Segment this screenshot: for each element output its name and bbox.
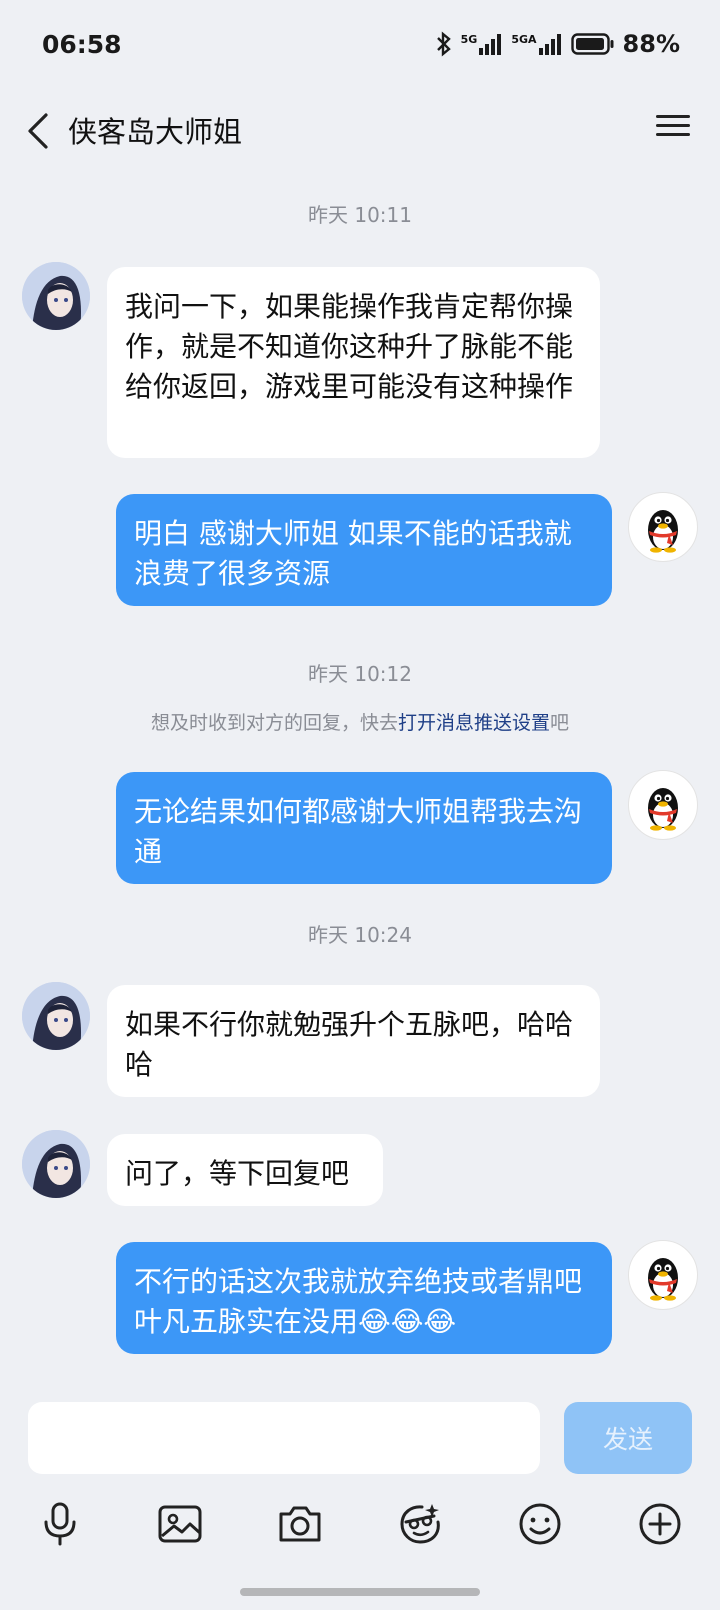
user-avatar[interactable] [628,1240,698,1310]
chevron-left-icon [28,113,48,149]
message-input[interactable] [28,1402,540,1474]
status-bar: 06:58 5G 5GA 88% [0,0,720,90]
sticker-button[interactable] [394,1498,446,1550]
outgoing-message-bubble[interactable]: 不行的话这次我就放弃绝技或者鼎吧 叶凡五脉实在没用😂😂😂 [116,1242,612,1354]
qq-penguin-icon [648,510,678,553]
incoming-message-bubble[interactable]: 我问一下，如果能操作我肯定帮你操作，就是不知道你这种升了脉能不能给你返回，游戏里… [107,267,600,458]
camera-icon [279,1506,321,1542]
menu-icon [656,115,690,136]
signal-5g-icon: 5G [461,33,504,55]
outgoing-message-bubble[interactable]: 明白 感谢大师姐 如果不能的话我就浪费了很多资源 [116,494,612,606]
input-toolbar [0,1498,720,1558]
chat-title[interactable]: 侠客岛大师姐 [68,109,242,151]
incoming-message-bubble[interactable]: 问了，等下回复吧 [107,1134,383,1206]
open-push-settings-link[interactable]: 打开消息推送设置 [398,712,550,734]
message-timestamp: 昨天 10:12 [308,662,412,686]
battery-icon [570,33,614,55]
qq-penguin-icon [648,1258,678,1301]
bluetooth-icon [436,31,451,57]
home-indicator[interactable] [240,1588,480,1596]
back-button[interactable] [22,105,62,157]
chat-header: 侠客岛大师姐 [0,95,720,171]
sticker-icon [400,1504,440,1544]
menu-button[interactable] [656,109,690,143]
notice-text-after: 吧 [550,712,570,734]
voice-button[interactable] [34,1498,86,1550]
contact-avatar-icon [22,982,90,1050]
incoming-message-bubble[interactable]: 如果不行你就勉强升个五脉吧，哈哈哈 [107,985,600,1097]
emoji-icon [519,1503,561,1545]
battery-percent: 88% [622,30,680,58]
signal-5ga-icon: 5GA [511,33,562,55]
message-timestamp: 昨天 10:24 [308,923,412,947]
notice-text-before: 想及时收到对方的回复，快去 [150,712,398,734]
send-button[interactable]: 发送 [564,1402,692,1474]
image-button[interactable] [154,1498,206,1550]
microphone-icon [44,1502,76,1546]
push-settings-notice: 想及时收到对方的回复，快去打开消息推送设置吧 [0,708,720,735]
emoji-button[interactable] [514,1498,566,1550]
plus-icon [639,1503,681,1545]
more-button[interactable] [634,1498,686,1550]
image-icon [158,1505,202,1543]
status-time: 06:58 [42,30,122,59]
user-avatar[interactable] [628,492,698,562]
user-avatar[interactable] [628,770,698,840]
contact-avatar-icon [22,1130,90,1198]
camera-button[interactable] [274,1498,326,1550]
outgoing-message-bubble[interactable]: 无论结果如何都感谢大师姐帮我去沟通 [116,772,612,884]
message-timestamp: 昨天 10:11 [308,203,412,227]
status-icons: 5G 5GA 88% [435,30,680,58]
contact-avatar-icon [22,262,90,330]
contact-avatar[interactable] [22,262,90,330]
contact-avatar[interactable] [22,982,90,1050]
input-bar: 发送 [0,1388,720,1610]
qq-penguin-icon [648,788,678,831]
contact-avatar[interactable] [22,1130,90,1198]
